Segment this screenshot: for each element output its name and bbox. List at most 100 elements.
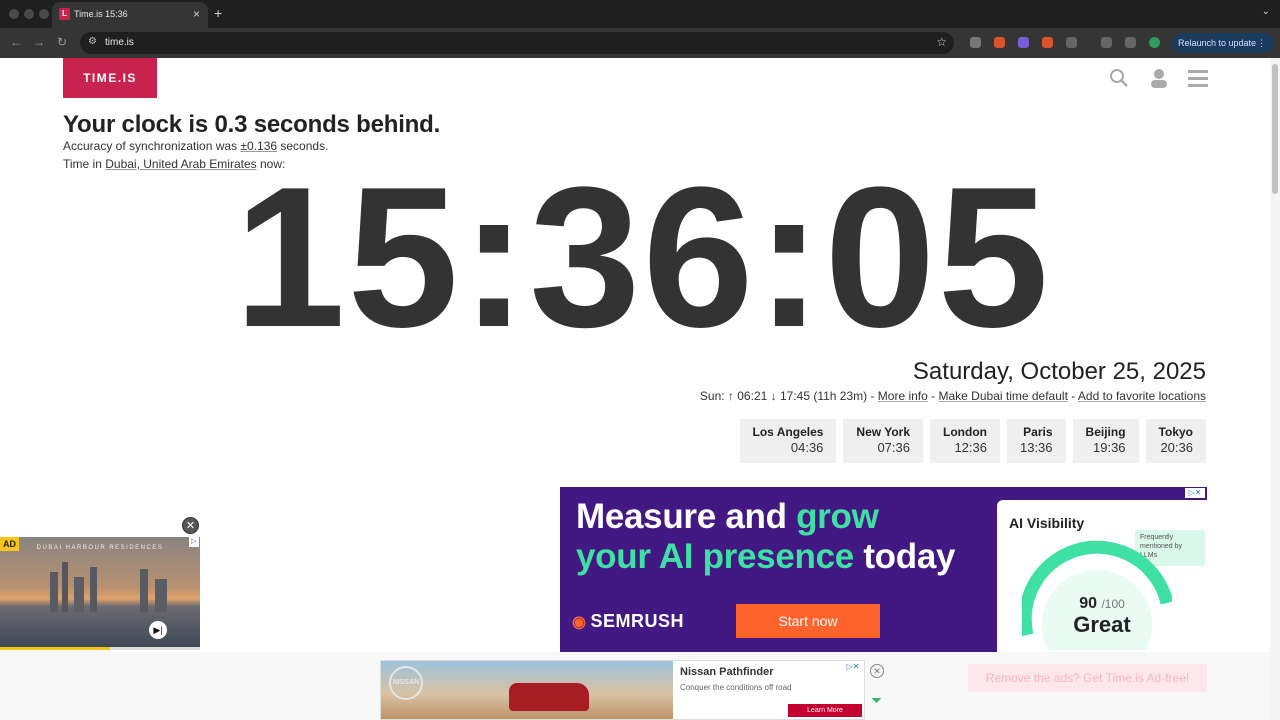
extension-icon[interactable]	[1042, 37, 1053, 48]
ad-choices-icon[interactable]: ▷✕	[844, 662, 862, 672]
car-image	[509, 683, 589, 711]
sun-info-line: Sun: ↑ 06:21 ↓ 17:45 (11h 23m) - More in…	[700, 389, 1206, 403]
downloads-icon[interactable]	[1101, 37, 1112, 48]
nissan-ad[interactable]: NISSAN Nissan Pathfinder Conquer the con…	[380, 660, 865, 720]
city-name: Paris	[1023, 425, 1053, 439]
make-default-link[interactable]: Make Dubai time default	[939, 389, 1068, 403]
window-minimize-dot[interactable]	[24, 9, 34, 19]
accuracy-prefix: Accuracy of synchronization was	[63, 139, 241, 153]
ad-choices-icon[interactable]: ▷✕	[1185, 488, 1205, 498]
ad-text: today	[853, 537, 956, 576]
scrollbar[interactable]	[1270, 58, 1280, 720]
video-progress-bar	[0, 647, 200, 650]
tab-title: Time.is 15:36	[74, 9, 128, 19]
skip-icon[interactable]: ▶|	[149, 621, 167, 639]
tab-favicon-icon: L	[59, 8, 70, 20]
back-icon[interactable]: ←	[10, 35, 22, 49]
browser-tab-bar: L Time.is 15:36 × + ⌄	[0, 0, 1280, 28]
ad-headline-1: Measure and grow	[576, 497, 879, 537]
tab-close-icon[interactable]: ×	[193, 7, 200, 21]
current-date: Saturday, October 25, 2025	[912, 358, 1206, 385]
search-icon[interactable]	[1109, 68, 1129, 88]
ad-info-icon[interactable]: ▷	[189, 537, 199, 547]
city-time: 12:36	[954, 440, 987, 455]
bookmark-star-icon[interactable]: ☆	[936, 35, 947, 49]
tab-list-chevron-icon[interactable]: ⌄	[1262, 6, 1270, 17]
ai-score-of: /100	[1101, 597, 1125, 611]
ad-text: Measure and	[576, 497, 797, 536]
city-time: 04:36	[790, 440, 824, 455]
ad-text-highlight: grow	[796, 497, 879, 536]
browser-tab[interactable]: L Time.is 15:36 ×	[52, 2, 208, 28]
ad-headline-2: your AI presence today	[576, 537, 955, 577]
scrollbar-thumb[interactable]	[1272, 64, 1278, 194]
address-bar[interactable]: ⚙ time.is ☆	[80, 32, 954, 54]
city-name: Tokyo	[1158, 425, 1193, 439]
browser-toolbar: ← → ↻ ⚙ time.is ☆ Relaunch to update ⋮	[0, 28, 1280, 58]
city-name: Beijing	[1085, 425, 1126, 439]
site-logo[interactable]: TIME.IS	[63, 58, 157, 98]
nissan-subtitle: Conquer the conditions off road	[680, 683, 792, 692]
ad-text-highlight: your AI presence	[576, 537, 854, 576]
extensions-puzzle-icon[interactable]	[1066, 37, 1077, 48]
start-now-button[interactable]: Start now	[736, 604, 880, 638]
ai-score-value: 90	[1079, 595, 1097, 612]
video-ad[interactable]: AD DUBAI HARBOUR RESIDENCES ▷ ▶|	[0, 537, 200, 649]
city-tokyo[interactable]: Tokyo 20:36	[1145, 419, 1206, 463]
reload-icon[interactable]: ↻	[57, 35, 67, 49]
extension-icon[interactable]	[970, 37, 981, 48]
new-tab-icon[interactable]: +	[214, 5, 222, 21]
nissan-title: Nissan Pathfinder	[680, 666, 774, 678]
remove-ads-button[interactable]: Remove the ads? Get Time.is Ad-free!	[968, 664, 1207, 692]
reading-list-icon[interactable]	[1125, 37, 1136, 48]
sun-times: Sun: ↑ 06:21 ↓ 17:45 (11h 23m) -	[699, 389, 878, 403]
filter-funnel-icon[interactable]: ⏷	[871, 692, 882, 709]
video-progress-fill	[0, 647, 110, 650]
city-time: 13:36	[1019, 440, 1053, 455]
ai-grade: Great	[1073, 612, 1131, 637]
ai-score: 90 /100	[1042, 595, 1162, 613]
city-time: 19:36	[1093, 440, 1126, 455]
city-time: 20:36	[1160, 440, 1193, 455]
profile-avatar-icon[interactable]	[1149, 37, 1160, 48]
city-beijing[interactable]: Beijing 19:36	[1072, 419, 1139, 463]
nissan-logo: NISSAN	[389, 666, 423, 700]
city-name: Los Angeles	[752, 425, 824, 439]
extension-icon[interactable]	[1018, 37, 1029, 48]
nissan-ad-image	[381, 661, 673, 719]
ai-visibility-panel: AI Visibility Frequently mentioned by LL…	[997, 500, 1207, 653]
sync-headline: Your clock is 0.3 seconds behind.	[63, 111, 441, 138]
menu-icon[interactable]	[1188, 68, 1208, 88]
add-favorite-link[interactable]: Add to favorite locations	[1078, 389, 1206, 403]
semrush-brand: SEMRUSH	[590, 611, 684, 631]
separator: -	[1067, 389, 1078, 403]
city-time: 07:36	[877, 440, 910, 455]
city-new-york[interactable]: New York 07:36	[843, 419, 923, 463]
address-url: time.is	[105, 37, 134, 48]
relaunch-button[interactable]: Relaunch to update ⋮	[1172, 33, 1274, 53]
forward-icon[interactable]: →	[33, 35, 45, 49]
account-icon[interactable]	[1149, 68, 1169, 88]
window-close-dot[interactable]	[9, 9, 19, 19]
city-name: London	[943, 425, 987, 439]
more-info-link[interactable]: More info	[878, 389, 928, 403]
site-settings-icon[interactable]: ⚙	[88, 36, 97, 47]
page-content: TIME.IS Your clock is 0.3 seconds behind…	[0, 58, 1270, 720]
learn-more-button[interactable]: Learn More	[788, 704, 862, 717]
window-zoom-dot[interactable]	[39, 9, 49, 19]
semrush-flame-icon: ◉	[572, 614, 587, 631]
city-los-angeles[interactable]: Los Angeles 04:36	[739, 419, 837, 463]
city-list: Los Angeles 04:36 New York 07:36 London 12:…	[739, 419, 1206, 463]
close-icon[interactable]: ✕	[870, 664, 884, 678]
relaunch-label: Relaunch to update	[1178, 38, 1257, 48]
more-menu-icon[interactable]: ⋮	[1257, 33, 1266, 53]
separator: -	[927, 389, 939, 403]
close-icon[interactable]: ✕	[182, 517, 199, 534]
city-paris[interactable]: Paris 13:36	[1006, 419, 1066, 463]
semrush-ad[interactable]: ▷✕ Measure and grow your AI presence tod…	[560, 487, 1207, 653]
extension-icon[interactable]	[994, 37, 1005, 48]
semrush-logo: ◉ SEMRUSH	[572, 611, 684, 632]
ai-visibility-title: AI Visibility	[1009, 515, 1085, 531]
city-london[interactable]: London 12:36	[930, 419, 1000, 463]
city-name: New York	[856, 425, 910, 439]
